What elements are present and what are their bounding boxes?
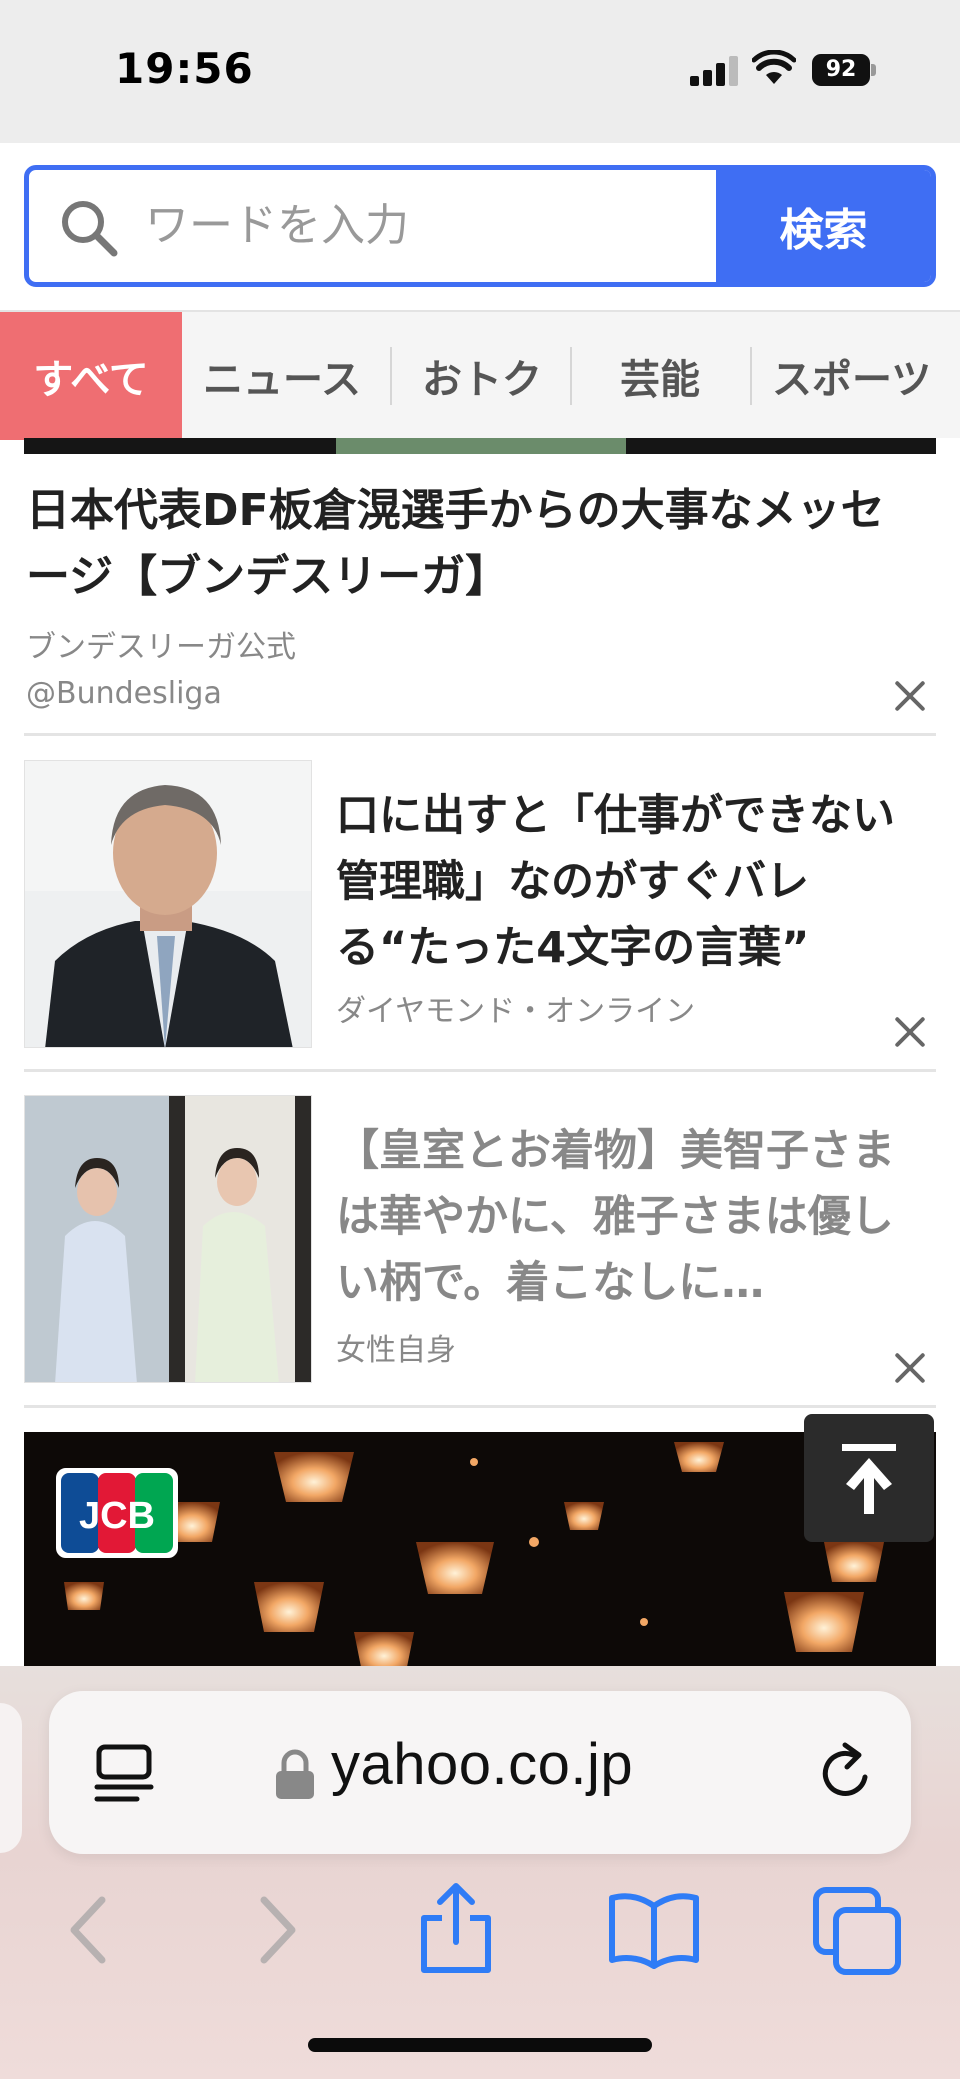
previous-tab-peek[interactable]: [0, 1703, 22, 1853]
tab-sports[interactable]: スポーツ: [758, 312, 960, 440]
lock-icon: [276, 1749, 314, 1799]
cellular-signal-icon: [690, 56, 740, 86]
bookmarks-icon[interactable]: [604, 1880, 704, 1980]
close-icon[interactable]: [893, 1015, 927, 1049]
ad-title[interactable]: 日本代表DF板倉滉選手からの大事なメッセージ【ブンデスリーガ】: [26, 478, 926, 610]
battery-level: 92: [812, 54, 870, 86]
wifi-icon: [752, 50, 796, 84]
search-bar: ワードを入力 検索: [24, 165, 936, 287]
status-time: 19:56: [115, 44, 254, 93]
home-indicator: [308, 2038, 652, 2052]
url-text[interactable]: yahoo.co.jp: [331, 1731, 633, 1798]
article-thumbnail[interactable]: [24, 1095, 312, 1383]
search-input[interactable]: ワードを入力: [145, 190, 705, 262]
battery-icon: 92: [812, 54, 876, 86]
share-icon[interactable]: [406, 1880, 506, 1980]
tab-entertainment[interactable]: 芸能: [578, 312, 742, 440]
divider: [24, 1069, 936, 1072]
jcb-logo: JCB: [56, 1468, 178, 1558]
article-title[interactable]: 口に出すと「仕事ができない管理職」なのがすぐバレる“たった4文字の言葉”: [336, 783, 916, 981]
category-tabs: すべて ニュース おトク 芸能 スポーツ: [0, 310, 960, 440]
reload-icon[interactable]: [815, 1741, 879, 1805]
jcb-ad-image[interactable]: JCB: [24, 1432, 936, 1672]
article-source: 女性自身: [336, 1333, 456, 1368]
search-icon: [62, 201, 118, 257]
close-icon[interactable]: [893, 1351, 927, 1385]
search-button[interactable]: 検索: [716, 170, 931, 282]
ad-handle: @Bundesliga: [26, 676, 222, 711]
tab-all[interactable]: すべて: [0, 312, 182, 440]
tabs-icon[interactable]: [808, 1880, 908, 1980]
divider: [24, 1405, 936, 1408]
scroll-to-top-icon: [842, 1444, 896, 1514]
ad-source: ブンデスリーガ公式: [26, 630, 296, 665]
divider: [24, 733, 936, 736]
article-source: ダイヤモンド・オンライン: [336, 994, 696, 1029]
article-title[interactable]: 【皇室とお着物】美智子さまは華やかに、雅子さまは優しい柄で。着こなしに…: [336, 1118, 916, 1316]
previous-video-thumbnail[interactable]: [24, 438, 936, 454]
jcb-logo-text: JCB: [79, 1495, 155, 1537]
back-icon[interactable]: [38, 1880, 138, 1980]
close-icon[interactable]: [893, 679, 927, 713]
forward-icon[interactable]: [228, 1880, 328, 1980]
status-bar: 19:56 92: [0, 0, 960, 143]
article-thumbnail[interactable]: [24, 760, 312, 1048]
address-bar[interactable]: yahoo.co.jp: [49, 1691, 911, 1854]
reader-mode-icon[interactable]: [93, 1741, 155, 1805]
tab-news[interactable]: ニュース: [186, 312, 378, 440]
scroll-to-top-button[interactable]: [804, 1414, 934, 1542]
tab-deals[interactable]: おトク: [398, 312, 566, 440]
